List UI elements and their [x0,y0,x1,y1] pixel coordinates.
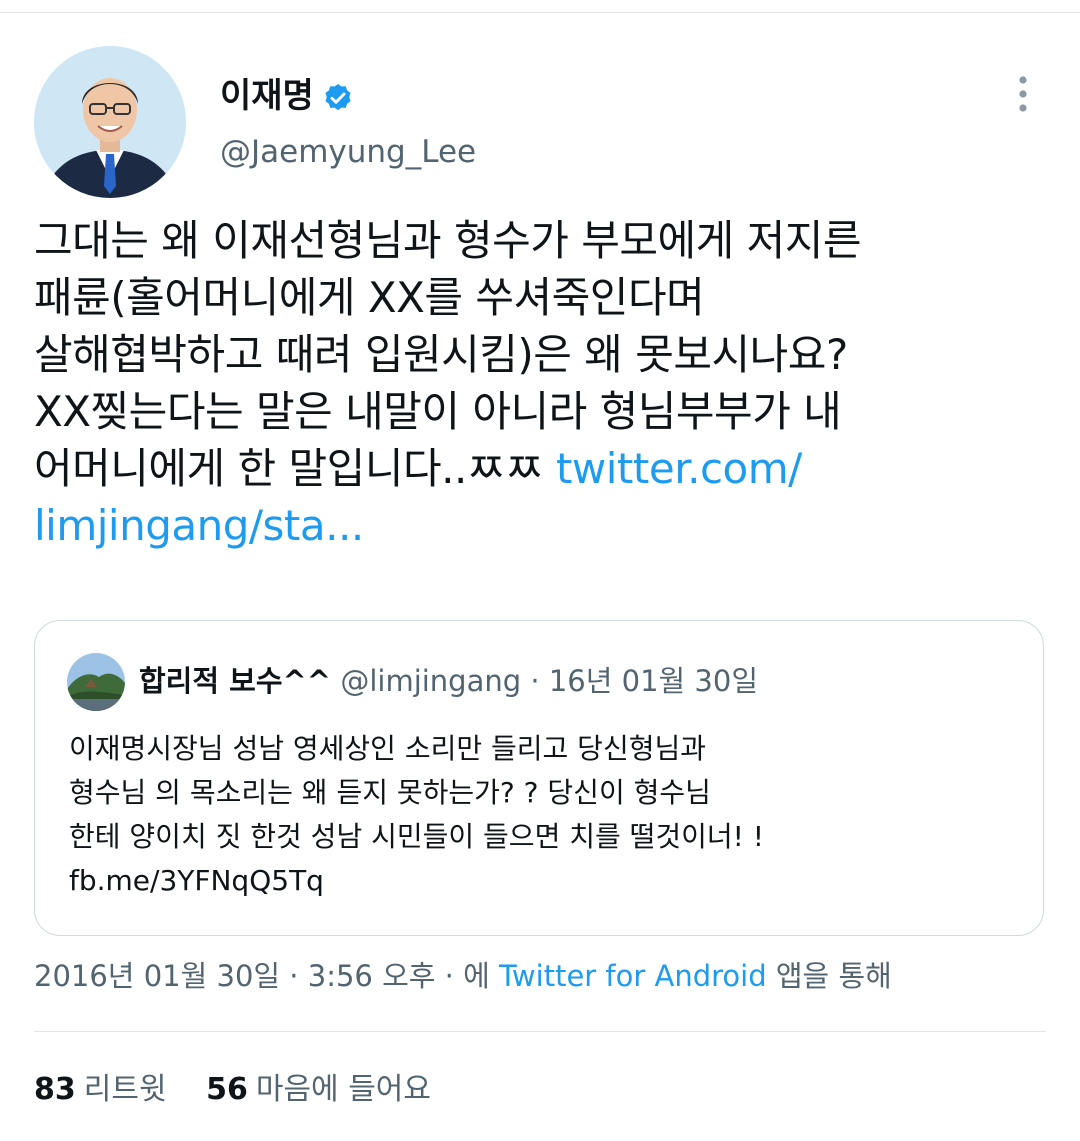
retweets-count: 83 [34,1072,76,1107]
quoted-author-name[interactable]: 합리적 보수^^ [139,664,331,698]
likes-count: 56 [206,1072,248,1107]
engagement-stats: 83 리트윗 56 마음에 들어요 [34,1066,461,1114]
verified-badge-icon [325,84,351,111]
tweet-text-line: 그대는 왜 이재선형님과 형수가 부모에게 저지른 [34,216,862,265]
tweet-text-line: 살해협박하고 때려 입원시킴)은 왜 못보시나요? [34,330,848,379]
quoted-tweet-card[interactable]: 합리적 보수^^ @limjingang · 16년 01월 30일 이재명시장… [34,620,1044,936]
quoted-text-line: fb.me/3YFNqQ5Tq [69,864,324,897]
quoted-text-line: 한테 양이치 짓 한것 성남 시민들이 들으면 치를 떨것이너! ! [69,820,765,853]
tweet-text-line: 패륜(홀어머니에게 XX를 쑤셔죽인다며 [34,273,705,322]
tweet-link[interactable]: twitter.com/ [556,444,802,493]
author-avatar-image [34,46,186,198]
tweet-text-line: 어머니에게 한 말입니다..ㅉㅉ twitter.com/ [34,440,1044,497]
top-divider [0,12,1080,13]
quoted-meta-separator: · [521,664,549,698]
likes-stat[interactable]: 56 마음에 들어요 [206,1066,431,1114]
quoted-tweet-text: 이재명시장님 성남 영세상인 소리만 들리고 당신형님과 형수님 의 목소리는 … [69,727,1019,903]
quoted-author-avatar[interactable] [67,653,125,711]
retweets-stat[interactable]: 83 리트윗 [34,1066,167,1114]
tweet-page: 이재명 @Jaemyung_Lee 그대는 왜 이재선형님과 형수가 부모에게 … [0,0,1080,1141]
tweet-text-line-5: 어머니에게 한 말입니다..ㅉㅉ [34,444,556,493]
tweet-text: 그대는 왜 이재선형님과 형수가 부모에게 저지른 패륜(홀어머니에게 XX를 … [34,212,1044,554]
more-vertical-icon[interactable] [1010,72,1036,116]
likes-label: 마음에 들어요 [255,1072,431,1107]
timestamp-separator: · [280,959,308,993]
quoted-author-avatar-image [67,653,125,711]
source-prefix: 에 [463,959,500,993]
quoted-tweet-date: 16년 01월 30일 [548,664,758,698]
timestamp-time[interactable]: 3:56 오후 [308,959,436,993]
author-avatar[interactable] [34,46,186,198]
tweet-text-line: XX찢는다는 말은 내말이 아니라 형님부부가 내 [34,387,842,436]
author-handle[interactable]: @Jaemyung_Lee [220,130,476,174]
tweet-link-continued[interactable]: limjingang/sta... [34,501,364,550]
stats-divider [34,1031,1046,1032]
quoted-text-line: 이재명시장님 성남 영세상인 소리만 들리고 당신형님과 [69,732,706,765]
tweet-timestamp: 2016년 01월 30일 · 3:56 오후 · 에 Twitter for … [34,952,892,1000]
timestamp-separator: · [435,959,464,993]
quoted-tweet-header: 합리적 보수^^ @limjingang · 16년 01월 30일 [139,659,758,703]
author-display-name[interactable]: 이재명 [220,74,314,118]
source-app-link[interactable]: Twitter for Android [499,959,767,993]
retweets-label: 리트윗 [83,1072,167,1107]
timestamp-date[interactable]: 2016년 01월 30일 [34,959,280,993]
source-suffix: 앱을 통해 [766,959,892,993]
quoted-text-line: 형수님 의 목소리는 왜 듣지 못하는가? ? 당신이 형수님 [69,776,711,809]
tweet-text-line: limjingang/sta... [34,497,1044,554]
quoted-author-handle[interactable]: @limjingang [340,664,521,698]
